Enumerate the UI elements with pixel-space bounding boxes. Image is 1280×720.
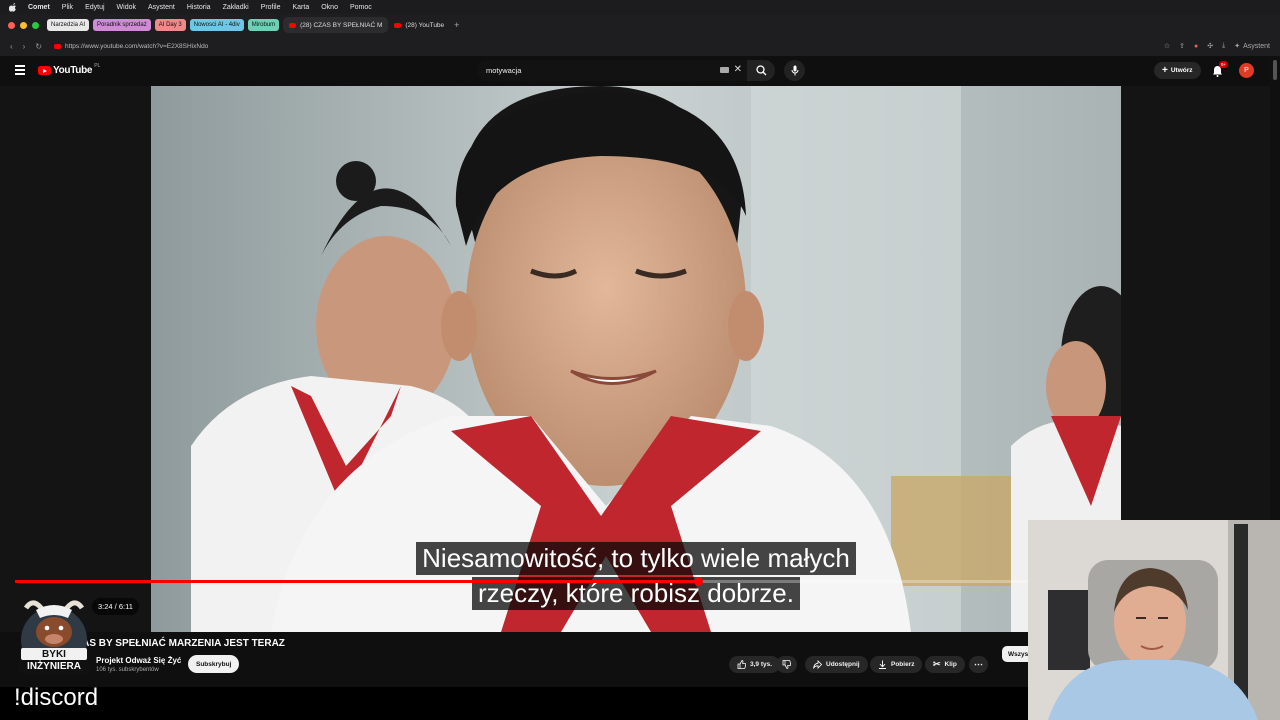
new-tab-button[interactable]: + (454, 20, 459, 30)
hamburger-menu-icon[interactable] (15, 65, 25, 75)
like-count: 3,9 tys. (750, 661, 773, 668)
youtube-favicon-icon (289, 22, 297, 28)
apple-icon[interactable] (8, 2, 18, 12)
webcam-person-image (1028, 520, 1280, 720)
scissors-icon: ✂ (933, 659, 941, 669)
channel-name[interactable]: Projekt Odważ Się Żyć (96, 656, 181, 665)
menu-karta[interactable]: Karta (293, 4, 310, 11)
search-input[interactable]: motywacja ✕ (477, 60, 747, 81)
sparkle-icon: ✦ (1234, 43, 1241, 50)
tab-youtube-title: (28) YouTube (405, 21, 445, 29)
more-horizontal-icon: ⋯ (974, 659, 983, 669)
microphone-icon (791, 65, 798, 76)
menu-comet[interactable]: Comet (28, 4, 50, 11)
star-icon[interactable]: ☆ (1164, 42, 1170, 50)
notification-count-badge: 9+ (1219, 61, 1229, 68)
youtube-favicon-icon (394, 22, 402, 28)
more-actions-button[interactable]: ⋯ (969, 656, 988, 673)
site-favicon-icon (54, 43, 62, 49)
like-button[interactable]: 3,9 tys. (729, 656, 781, 673)
download-arrow-icon (879, 660, 886, 669)
scrollbar-thumb[interactable] (1273, 60, 1277, 80)
menu-okno[interactable]: Okno (321, 4, 338, 11)
video-frame[interactable]: Niesamowitość, to tylko wiele małych rze… (151, 86, 1121, 632)
menu-edytuj[interactable]: Edytuj (85, 4, 104, 11)
tab-group-narzedzia-ai[interactable]: Narzedzia AI (47, 19, 90, 31)
download-icon[interactable]: ⤓ (1222, 42, 1225, 50)
video-time-display: 3:24 / 6:11 (92, 598, 139, 615)
tab-group-ai-day[interactable]: AI Day 3 (154, 19, 186, 31)
youtube-logo[interactable]: YouTube PL (38, 63, 100, 76)
tab-active-video[interactable]: (28) CZAS BY SPEŁNIAĆ M (283, 17, 389, 33)
puzzle-icon[interactable]: ✣ (1207, 42, 1213, 50)
window-controls (8, 21, 39, 29)
subscribe-button[interactable]: Subskrybuj (188, 655, 240, 673)
forward-icon[interactable]: › (23, 42, 26, 51)
reload-icon[interactable]: ↻ (35, 42, 42, 51)
menu-widok[interactable]: Widok (117, 4, 136, 11)
search-icon (755, 65, 766, 76)
tab-group-poradnik[interactable]: Poradnik sprzedaż (93, 19, 151, 31)
share-arrow-icon (813, 660, 822, 669)
tab-group-nowosci-ai[interactable]: Nowosci AI - 4div (189, 19, 244, 31)
thumbs-up-icon (737, 660, 746, 669)
thumbs-down-icon (782, 660, 791, 669)
badge-text-top: BYKI (42, 649, 66, 660)
macos-menubar: Comet Plik Edytuj Widok Asystent Histori… (0, 0, 1280, 14)
video-info-panel: ZAS BY SPEŁNIAĆ MARZENIA JEST TERAZ Proj… (0, 632, 1035, 687)
menu-zakladki[interactable]: Zakładki (223, 4, 249, 11)
url-field[interactable]: https://www.youtube.com/watch?v=E2X8SHix… (54, 43, 208, 50)
menu-pomoc[interactable]: Pomoc (350, 4, 372, 11)
menu-profile[interactable]: Profile (261, 4, 281, 11)
discord-command-text: !discord (14, 684, 99, 711)
keyboard-icon[interactable] (720, 67, 729, 73)
badge-text-bottom: INŻYNIERA (27, 661, 81, 672)
tab-active-title: (28) CZAS BY SPEŁNIAĆ M (300, 21, 383, 29)
assistant-button[interactable]: ✦ Asystent (1234, 42, 1270, 51)
back-icon[interactable]: ‹ (10, 42, 13, 51)
create-button[interactable]: + Utwórz (1154, 62, 1201, 79)
share-button[interactable]: Udostępnij (805, 656, 868, 673)
extension-icon[interactable]: ● (1194, 43, 1198, 50)
youtube-play-icon (38, 66, 51, 75)
video-subtitles: Niesamowitość, to tylko wiele małych rze… (151, 542, 1121, 612)
video-title: ZAS BY SPEŁNIAĆ MARZENIA JEST TERAZ (76, 638, 285, 649)
webcam-overlay (1028, 520, 1280, 720)
tab-youtube[interactable]: (28) YouTube (388, 17, 450, 33)
stream-bottom-bar (0, 687, 1030, 720)
close-window-button[interactable] (8, 21, 15, 29)
progress-fill (15, 580, 699, 583)
channel-subscriber-count: 106 tys. subskrybentów (96, 667, 159, 673)
plus-icon: + (1162, 65, 1168, 76)
minimize-window-button[interactable] (20, 21, 27, 29)
dislike-button[interactable] (776, 656, 797, 673)
zoom-window-button[interactable] (32, 21, 39, 29)
address-bar: ‹ › ↻ https://www.youtube.com/watch?v=E2… (0, 36, 1280, 56)
clear-search-icon[interactable]: ✕ (734, 64, 742, 75)
subtitle-line-1: Niesamowitość, to tylko wiele małych (416, 542, 856, 575)
search-button[interactable] (747, 60, 775, 81)
search-query: motywacja (486, 66, 522, 75)
channel-badge-logo: BYKI INŻYNIERA (14, 594, 94, 678)
youtube-header: YouTube PL motywacja ✕ + Utwórz 9+ P (0, 56, 1280, 86)
url-text: https://www.youtube.com/watch?v=E2X8SHix… (65, 42, 209, 50)
clip-button[interactable]: ✂ Klip (925, 656, 965, 673)
download-button[interactable]: Pobierz (870, 656, 923, 673)
video-progress-bar[interactable] (15, 577, 1030, 586)
menu-historia[interactable]: Historia (187, 4, 211, 11)
browser-tabbar: Narzedzia AI Poradnik sprzedaż AI Day 3 … (0, 14, 1280, 36)
tab-group-mirobum[interactable]: Mirobum (247, 19, 280, 31)
share-page-icon[interactable]: ⇪ (1179, 42, 1185, 50)
account-avatar[interactable]: P (1239, 63, 1254, 78)
menu-plik[interactable]: Plik (62, 4, 73, 11)
voice-search-button[interactable] (784, 60, 805, 81)
menu-asystent[interactable]: Asystent (148, 4, 175, 11)
